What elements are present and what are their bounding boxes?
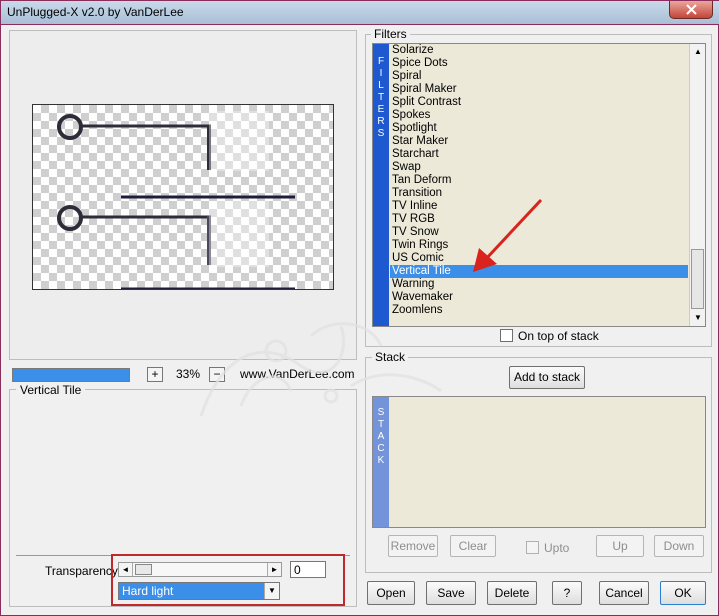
side-letter: K [377,455,385,466]
filter-item[interactable]: Spokes [390,109,688,122]
delete-button[interactable]: Delete [487,581,537,605]
remove-button[interactable]: Remove [388,535,438,557]
cancel-button[interactable]: Cancel [599,581,649,605]
side-letter: R [377,116,385,127]
upto-checkbox[interactable] [526,541,539,554]
filter-item[interactable]: Spice Dots [390,57,688,70]
annotation-arrow-icon [473,198,543,272]
close-button[interactable] [669,1,713,19]
filters-list[interactable]: F I L T E R S Solarize Spice Dots Spiral… [372,43,706,327]
transparency-label: Transparency [45,564,118,578]
upto-label: Upto [544,541,570,555]
save-button[interactable]: Save [426,581,476,605]
on-top-of-stack-checkbox[interactable] [500,329,513,342]
window-title: UnPlugged-X v2.0 by VanDerLee [7,5,184,19]
annotation-highlight-box [111,554,345,606]
preview-artwork [57,111,295,289]
filters-group-label: Filters [371,27,410,41]
filter-item[interactable]: Swap [390,161,688,174]
title-bar: UnPlugged-X v2.0 by VanDerLee [1,1,719,25]
help-button[interactable]: ? [552,581,582,605]
filter-settings-title: Vertical Tile [16,383,86,397]
filter-item[interactable]: Solarize [390,44,688,57]
filter-item[interactable]: Tan Deform [390,174,688,187]
zoom-in-button[interactable]: + [147,367,163,382]
preview-image[interactable] [32,104,334,290]
filters-items: Solarize Spice Dots Spiral Spiral Maker … [390,44,688,326]
plugin-window: UnPlugged-X v2.0 by VanDerLee + 33% − ww… [0,0,719,616]
scrollbar-thumb[interactable] [691,249,704,309]
scroll-down-arrow-icon[interactable]: ▼ [690,310,706,326]
tile-pattern-top [57,111,295,199]
progress-fill [13,369,129,381]
side-letter: I [379,68,383,79]
filter-item[interactable]: Star Maker [390,135,688,148]
open-button[interactable]: Open [367,581,415,605]
filters-side-bar: F I L T E R S [373,44,389,326]
down-button[interactable]: Down [654,535,704,557]
on-top-of-stack-label: On top of stack [518,329,599,343]
filter-item[interactable]: Warning [390,278,688,291]
filter-item[interactable]: Spiral Maker [390,83,688,96]
side-letter: C [377,443,385,454]
side-letter: F [377,56,385,67]
side-letter: T [377,92,385,103]
up-button[interactable]: Up [596,535,644,557]
ok-button[interactable]: OK [660,581,706,605]
filter-item[interactable]: Spiral [390,70,688,83]
clear-button[interactable]: Clear [450,535,496,557]
filter-item[interactable]: Starchart [390,148,688,161]
filters-scrollbar[interactable]: ▲ ▼ [689,44,705,326]
filter-item[interactable]: Split Contrast [390,96,688,109]
watermark-flourish-icon [199,322,442,417]
tile-pattern-bottom [57,201,295,289]
add-to-stack-button[interactable]: Add to stack [509,366,585,389]
scroll-up-arrow-icon[interactable]: ▲ [690,44,706,60]
filter-item[interactable]: Spotlight [390,122,688,135]
close-icon [685,4,697,15]
side-letter: E [377,104,385,115]
side-letter: S [377,128,385,139]
progress-bar [12,368,130,382]
side-letter: L [378,80,384,91]
